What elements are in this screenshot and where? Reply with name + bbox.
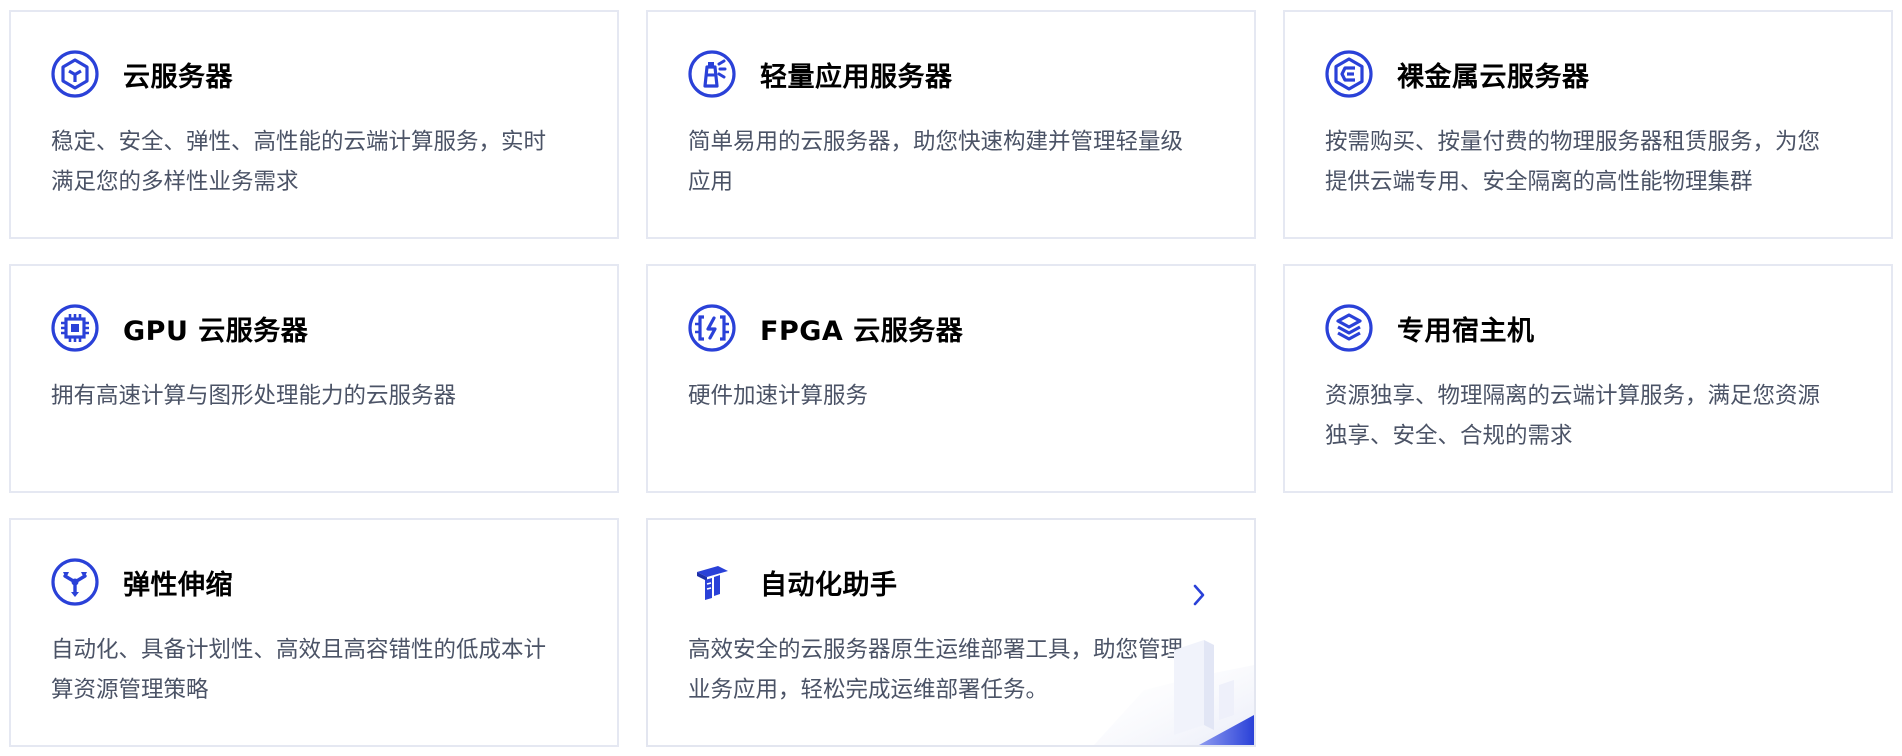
card-title: 裸金属云服务器 bbox=[1397, 61, 1590, 93]
card-title: 云服务器 bbox=[123, 61, 233, 93]
card-description: 硬件加速计算服务 bbox=[688, 383, 869, 409]
card-description: 拥有高速计算与图形处理能力的云服务器 bbox=[51, 383, 457, 409]
card-description: 高效安全的云服务器原生运维部署工具，助您管理业务应用，轻松完成运维部署任务。 bbox=[688, 637, 1184, 703]
product-card-automation-assistant[interactable]: 自动化助手 高效安全的云服务器原生运维部署工具，助您管理业务应用，轻松完成运维部… bbox=[646, 518, 1256, 747]
card-header: 裸金属云服务器 bbox=[1325, 50, 1851, 98]
product-grid: 云服务器 稳定、安全、弹性、高性能的云端计算服务，实时满足您的多样性业务需求 轻… bbox=[9, 10, 1893, 747]
card-description: 简单易用的云服务器，助您快速构建并管理轻量级应用 bbox=[688, 129, 1184, 195]
card-header: FPGA 云服务器 bbox=[688, 304, 1214, 352]
automation-assistant-icon bbox=[688, 558, 736, 606]
lighthouse-icon bbox=[688, 50, 736, 98]
card-header: 云服务器 bbox=[51, 50, 577, 98]
bare-metal-icon bbox=[1325, 50, 1373, 98]
card-description: 按需购买、按量付费的物理服务器租赁服务，为您提供云端专用、安全隔离的高性能物理集… bbox=[1325, 129, 1821, 195]
gpu-chip-icon bbox=[51, 304, 99, 352]
card-header: 专用宿主机 bbox=[1325, 304, 1851, 352]
product-card-fpga[interactable]: FPGA 云服务器 硬件加速计算服务 bbox=[646, 264, 1256, 493]
card-header: 自动化助手 bbox=[688, 558, 1214, 606]
card-title: 自动化助手 bbox=[760, 569, 898, 601]
product-card-auto-scaling[interactable]: 弹性伸缩 自动化、具备计划性、高效且高容错性的低成本计算资源管理策略 bbox=[9, 518, 619, 747]
product-card-lighthouse[interactable]: 轻量应用服务器 简单易用的云服务器，助您快速构建并管理轻量级应用 bbox=[646, 10, 1256, 239]
card-header: 弹性伸缩 bbox=[51, 558, 577, 606]
product-card-dedicated-host[interactable]: 专用宿主机 资源独享、物理隔离的云端计算服务，满足您资源独享、安全、合规的需求 bbox=[1283, 264, 1893, 493]
card-title: FPGA 云服务器 bbox=[760, 315, 964, 347]
product-card-gpu[interactable]: GPU 云服务器 拥有高速计算与图形处理能力的云服务器 bbox=[9, 264, 619, 493]
product-card-cloud-server[interactable]: 云服务器 稳定、安全、弹性、高性能的云端计算服务，实时满足您的多样性业务需求 bbox=[9, 10, 619, 239]
chevron-right-icon[interactable] bbox=[1192, 582, 1206, 608]
product-card-bare-metal[interactable]: 裸金属云服务器 按需购买、按量付费的物理服务器租赁服务，为您提供云端专用、安全隔… bbox=[1283, 10, 1893, 239]
card-description: 资源独享、物理隔离的云端计算服务，满足您资源独享、安全、合规的需求 bbox=[1325, 383, 1821, 449]
fpga-icon bbox=[688, 304, 736, 352]
card-title: GPU 云服务器 bbox=[123, 315, 309, 347]
cloud-server-icon bbox=[51, 50, 99, 98]
card-title: 弹性伸缩 bbox=[123, 569, 233, 601]
card-title: 轻量应用服务器 bbox=[760, 61, 953, 93]
card-description: 稳定、安全、弹性、高性能的云端计算服务，实时满足您的多样性业务需求 bbox=[51, 129, 547, 195]
card-description: 自动化、具备计划性、高效且高容错性的低成本计算资源管理策略 bbox=[51, 637, 547, 703]
card-header: GPU 云服务器 bbox=[51, 304, 577, 352]
dedicated-host-icon bbox=[1325, 304, 1373, 352]
card-header: 轻量应用服务器 bbox=[688, 50, 1214, 98]
auto-scaling-icon bbox=[51, 558, 99, 606]
card-title: 专用宿主机 bbox=[1397, 315, 1535, 347]
